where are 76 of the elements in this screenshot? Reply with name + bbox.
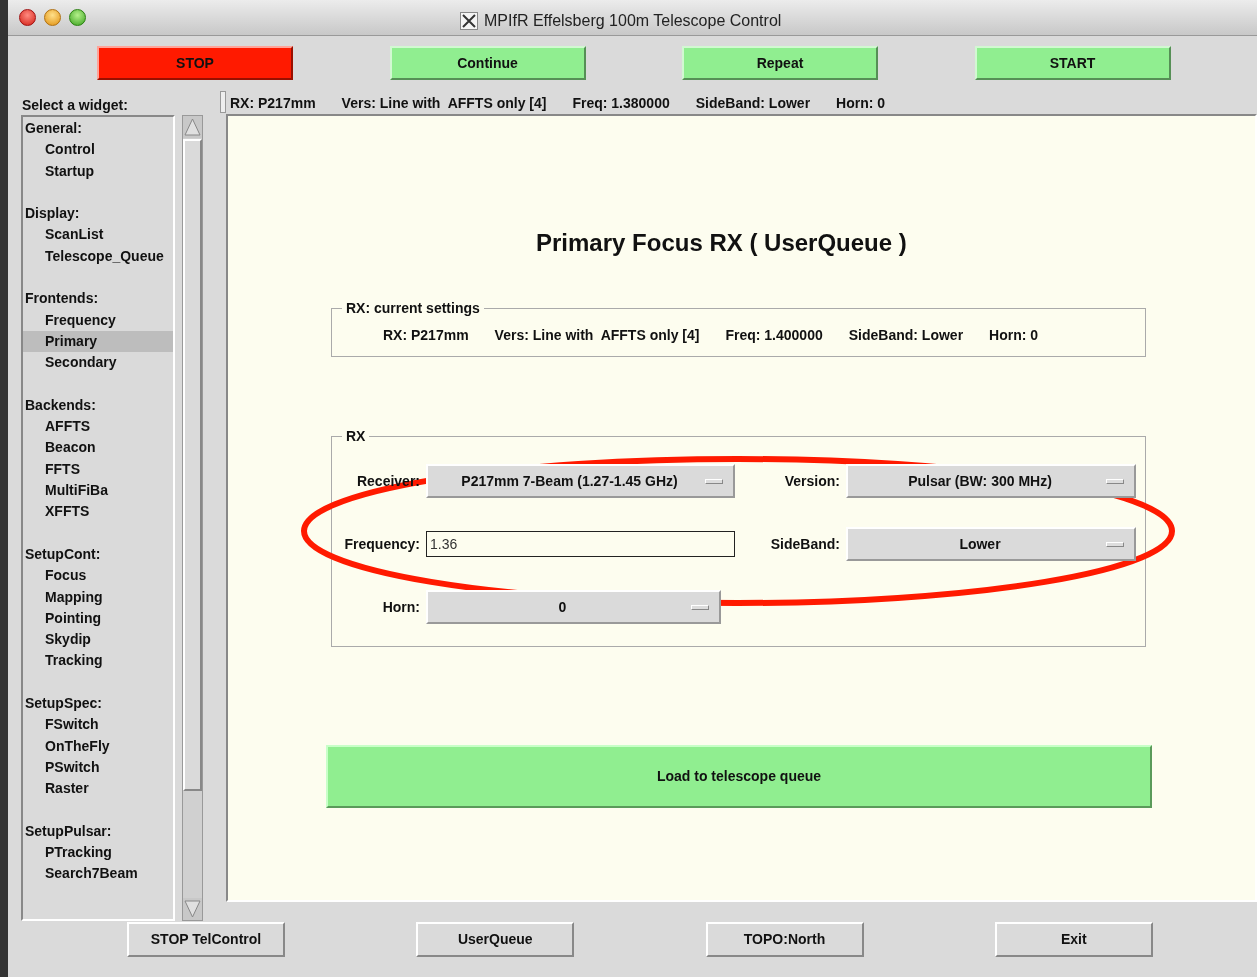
widget-list-item[interactable]: PSwitch	[23, 756, 173, 779]
widget-list-item[interactable]: Pointing	[23, 607, 173, 630]
group-legend: RX: current settings	[342, 299, 484, 318]
widget-list-item[interactable]: Skydip	[23, 629, 173, 651]
scroll-down-icon[interactable]	[183, 898, 202, 920]
group-header: General:	[24, 119, 83, 138]
action-button[interactable]: TOPO:North	[705, 922, 864, 957]
window-title: MPIfR Effelsberg 100m Telescope Control	[484, 11, 782, 31]
toolbar-button[interactable]: STOP	[97, 46, 293, 80]
widget-list-item[interactable]: Frequency	[23, 309, 173, 331]
dropdown[interactable]: Pulsar (BW: 300 MHz)	[846, 464, 1136, 499]
action-button[interactable]: UserQueue	[416, 922, 575, 957]
pane-divider-handle[interactable]	[220, 91, 226, 114]
widget-list-item[interactable]: Raster	[23, 778, 173, 800]
field-label: Horn:	[381, 597, 420, 617]
dropdown[interactable]: 0	[426, 590, 721, 625]
widget-list-item[interactable]: Tracking	[23, 650, 173, 672]
toolbar-button[interactable]: Continue	[389, 46, 586, 80]
scrollbar[interactable]	[182, 115, 203, 921]
field-label: Frequency:	[343, 534, 420, 554]
settings-text: RX: P217mm	[383, 326, 469, 346]
field-label: Version:	[783, 471, 840, 491]
group-header: SetupSpec:	[24, 694, 103, 713]
widget-list-item[interactable]: PTracking	[23, 842, 173, 864]
action-button[interactable]: Exit	[994, 922, 1153, 957]
widget-list-item[interactable]: AFFTS	[23, 416, 173, 438]
scroll-up-icon[interactable]	[183, 116, 202, 138]
widget-list-item[interactable]: Focus	[23, 565, 173, 587]
panel-title: Primary Focus RX ( UserQueue )	[536, 228, 908, 259]
settings-text: Freq: 1.400000	[725, 326, 823, 346]
field-label: Receiver:	[355, 471, 420, 491]
widget-list-item[interactable]: Control	[23, 139, 173, 161]
widget-list-item[interactable]: Primary	[23, 330, 173, 353]
minimize-icon[interactable]	[44, 9, 61, 26]
widget-list-item[interactable]: Telescope_Queue	[23, 245, 173, 268]
field-label: SideBand:	[769, 534, 840, 554]
group-header: SetupCont:	[24, 544, 102, 564]
settings-text: Horn: 0	[989, 326, 1039, 346]
input-field[interactable]: 1.36	[426, 531, 735, 558]
status-text: Vers: Line with AFFTS only [4]	[341, 93, 547, 113]
x-logo-icon	[460, 12, 478, 30]
widget-list-item[interactable]: Search7Beam	[23, 863, 173, 885]
widget-list-item[interactable]: FSwitch	[23, 714, 173, 736]
widget-list-item[interactable]: Beacon	[23, 437, 173, 459]
dropdown[interactable]: Lower	[846, 527, 1136, 562]
toolbar-button[interactable]: Repeat	[682, 46, 878, 80]
widget-list-item[interactable]: OnTheFly	[23, 735, 173, 757]
dropdown-indicator-icon	[1106, 542, 1124, 548]
zoom-icon[interactable]	[69, 9, 86, 26]
status-text: Horn: 0	[836, 93, 886, 113]
toolbar-button[interactable]: START	[974, 46, 1171, 80]
widget-list-item[interactable]: ScanList	[23, 224, 173, 246]
widget-list-item[interactable]: XFFTS	[23, 501, 173, 523]
dropdown[interactable]: P217mm 7-Beam (1.27-1.45 GHz)	[426, 464, 735, 499]
scroll-thumb[interactable]	[183, 139, 202, 791]
group-header: Display:	[24, 204, 81, 224]
status-text: RX: P217mm	[230, 93, 316, 113]
close-icon[interactable]	[19, 9, 36, 26]
widget-list-item[interactable]: Startup	[23, 160, 173, 182]
action-button[interactable]: STOP TelControl	[127, 922, 285, 957]
group-header: SetupPulsar:	[24, 821, 113, 841]
dropdown-indicator-icon	[1106, 479, 1124, 485]
dropdown-indicator-icon	[705, 479, 723, 485]
status-text: SideBand: Lower	[695, 93, 811, 113]
settings-text: SideBand: Lower	[848, 326, 964, 346]
group-header: Frontends:	[24, 289, 100, 309]
widget-list-item[interactable]: MultiFiBa	[23, 480, 173, 502]
widget-list-item[interactable]: Secondary	[23, 352, 173, 374]
dropdown-indicator-icon	[691, 605, 709, 611]
status-text: Freq: 1.380000	[572, 93, 670, 113]
widget-list-item[interactable]: Mapping	[23, 586, 173, 608]
settings-text: Vers: Line with AFFTS only [4]	[494, 326, 700, 346]
group-header: Backends:	[24, 395, 97, 415]
sidebar-title: Select a widget:	[21, 96, 129, 115]
load-button[interactable]: Load to telescope queue	[326, 745, 1152, 809]
widget-list-item[interactable]: FFTS	[23, 458, 173, 481]
